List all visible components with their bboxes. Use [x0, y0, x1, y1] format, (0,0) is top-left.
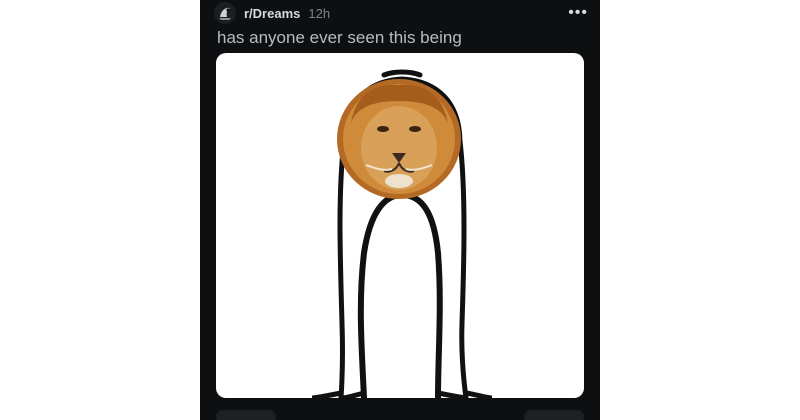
subreddit-avatar-icon[interactable] — [214, 2, 236, 24]
share-button[interactable] — [524, 410, 584, 420]
lion-head-icon — [337, 79, 461, 199]
post-actions — [216, 410, 584, 420]
reddit-post: r/Dreams 12h ••• has anyone ever seen th… — [200, 0, 600, 420]
page: r/Dreams 12h ••• has anyone ever seen th… — [0, 0, 800, 420]
subreddit-name[interactable]: r/Dreams — [244, 6, 300, 21]
post-header: r/Dreams 12h ••• — [214, 2, 588, 24]
more-options-icon[interactable]: ••• — [568, 2, 588, 24]
post-title[interactable]: has anyone ever seen this being — [217, 28, 462, 48]
post-image[interactable] — [216, 53, 584, 398]
vote-button[interactable] — [216, 410, 276, 420]
lion-stick-figure-image — [311, 69, 493, 398]
post-timestamp: 12h — [308, 5, 331, 21]
